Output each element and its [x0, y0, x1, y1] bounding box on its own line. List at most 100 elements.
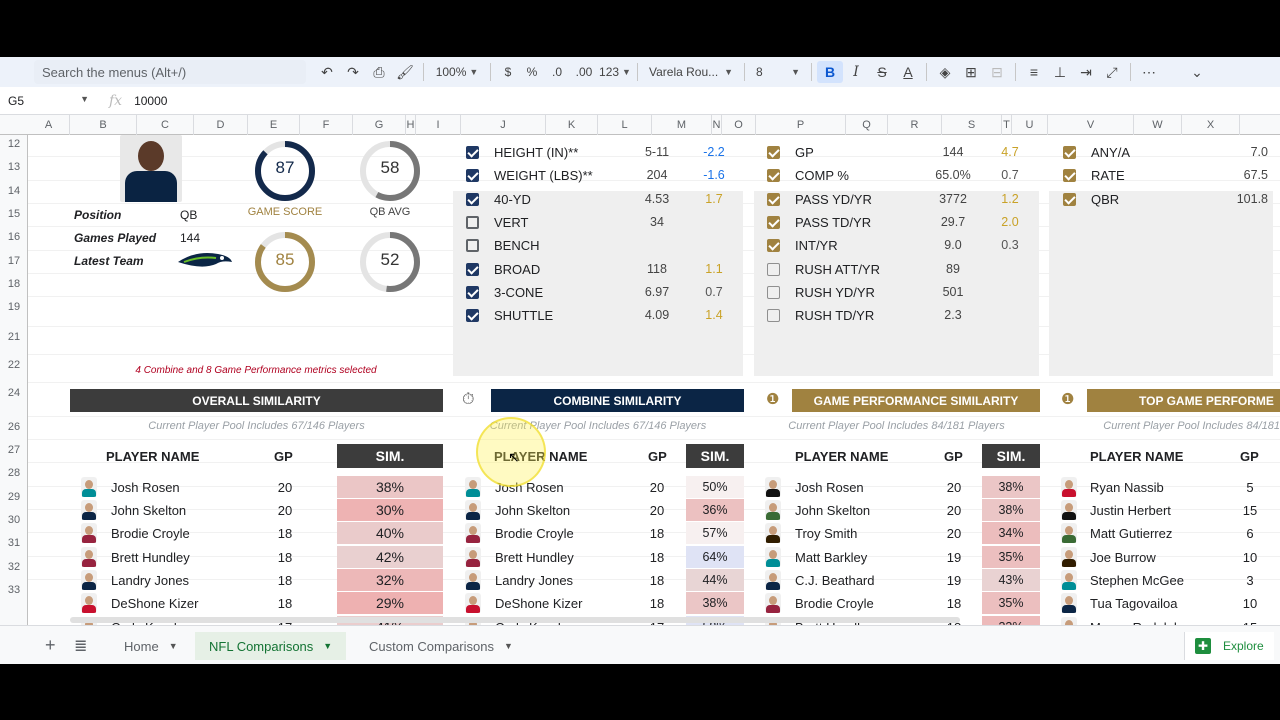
overall-player-name[interactable]: Brodie Croyle: [111, 526, 190, 541]
column-header-v[interactable]: V: [1048, 115, 1134, 135]
more-icon[interactable]: ⋯: [1136, 61, 1162, 83]
column-header-x[interactable]: X: [1182, 115, 1240, 135]
vertical-align-icon[interactable]: ⊥: [1047, 61, 1073, 83]
combine-player-name[interactable]: John Skelton: [495, 503, 570, 518]
row-header-18[interactable]: 18: [0, 278, 27, 290]
gameperf-checkbox[interactable]: [767, 193, 780, 206]
game-player-name[interactable]: John Skelton: [795, 503, 870, 518]
row-header-26[interactable]: 26: [0, 421, 27, 433]
combine-player-name[interactable]: Brett Hundley: [495, 550, 574, 565]
column-header-h[interactable]: H: [406, 115, 416, 135]
add-sheet-icon[interactable]: +: [45, 635, 56, 656]
column-header-m[interactable]: M: [652, 115, 712, 135]
column-header-j[interactable]: J: [461, 115, 546, 135]
row-header-17[interactable]: 17: [0, 255, 27, 267]
row-header-22[interactable]: 22: [0, 359, 27, 371]
combine-checkbox[interactable]: [466, 216, 479, 229]
combine-checkbox[interactable]: [466, 309, 479, 322]
formula-input[interactable]: 10000: [134, 94, 167, 108]
combine-checkbox[interactable]: [466, 239, 479, 252]
font-size-select[interactable]: 8 ▼: [750, 61, 806, 83]
gameperf-checkbox[interactable]: [767, 146, 780, 159]
redo-icon[interactable]: ↷: [340, 61, 366, 83]
fill-color-icon[interactable]: ◈: [932, 61, 958, 83]
column-header-c[interactable]: C: [137, 115, 194, 135]
align-left-icon[interactable]: ≡: [1021, 61, 1047, 83]
row-header-21[interactable]: 21: [0, 331, 27, 343]
strikethrough-icon[interactable]: S: [869, 61, 895, 83]
gameperf-checkbox[interactable]: [767, 216, 780, 229]
column-header-b[interactable]: B: [70, 115, 137, 135]
column-header-p[interactable]: P: [756, 115, 846, 135]
undo-icon[interactable]: ↶: [314, 61, 340, 83]
column-header-a[interactable]: A: [28, 115, 70, 135]
column-header-u[interactable]: U: [1012, 115, 1048, 135]
text-rotation-icon[interactable]: ⤢: [1099, 61, 1125, 83]
combine-checkbox[interactable]: [466, 146, 479, 159]
column-header-l[interactable]: L: [598, 115, 652, 135]
row-header-15[interactable]: 15: [0, 208, 27, 220]
row-header-29[interactable]: 29: [0, 491, 27, 503]
row-header-24[interactable]: 24: [0, 387, 27, 399]
row-header-31[interactable]: 31: [0, 537, 27, 549]
combine-checkbox[interactable]: [466, 263, 479, 276]
row-header-12[interactable]: 12: [0, 138, 27, 150]
combine-player-name[interactable]: DeShone Kizer: [495, 596, 582, 611]
column-header-f[interactable]: F: [300, 115, 353, 135]
gameperf-checkbox[interactable]: [767, 169, 780, 182]
extra-checkbox[interactable]: [1063, 169, 1076, 182]
combine-checkbox[interactable]: [466, 286, 479, 299]
zoom-select[interactable]: 100% ▼: [429, 61, 485, 83]
column-header-d[interactable]: D: [194, 115, 248, 135]
overall-player-name[interactable]: Landry Jones: [111, 573, 189, 588]
column-header-o[interactable]: O: [722, 115, 756, 135]
tab-home[interactable]: Home ▼: [110, 632, 192, 660]
text-color-icon[interactable]: A: [895, 61, 921, 83]
top-player-name[interactable]: Stephen McGee: [1090, 573, 1184, 588]
currency-button[interactable]: $: [496, 61, 520, 83]
print-icon[interactable]: ⎙: [366, 61, 392, 83]
gameperf-checkbox[interactable]: [767, 263, 780, 276]
column-header-e[interactable]: E: [248, 115, 300, 135]
game-player-name[interactable]: C.J. Beathard: [795, 573, 875, 588]
menu-search-input[interactable]: Search the menus (Alt+/): [34, 60, 306, 84]
game-player-name[interactable]: Matt Barkley: [795, 550, 867, 565]
game-player-name[interactable]: Troy Smith: [795, 526, 857, 541]
gameperf-checkbox[interactable]: [767, 239, 780, 252]
extra-checkbox[interactable]: [1063, 146, 1076, 159]
combine-checkbox[interactable]: [466, 169, 479, 182]
top-player-name[interactable]: Justin Herbert: [1090, 503, 1171, 518]
collapse-chevron-icon[interactable]: ⌄: [1184, 61, 1210, 83]
tab-custom-comparisons[interactable]: Custom Comparisons ▼: [355, 632, 527, 660]
game-player-name[interactable]: Brodie Croyle: [795, 596, 874, 611]
row-header-28[interactable]: 28: [0, 467, 27, 479]
name-box[interactable]: G5 ▼: [0, 94, 95, 108]
borders-icon[interactable]: ⊞: [958, 61, 984, 83]
column-header-i[interactable]: I: [416, 115, 461, 135]
column-header-n[interactable]: N: [712, 115, 722, 135]
horizontal-scrollbar[interactable]: [70, 617, 960, 623]
overall-player-name[interactable]: Josh Rosen: [111, 480, 180, 495]
column-header-s[interactable]: S: [942, 115, 1002, 135]
percent-button[interactable]: %: [520, 61, 544, 83]
overall-player-name[interactable]: DeShone Kizer: [111, 596, 198, 611]
row-header-13[interactable]: 13: [0, 161, 27, 173]
row-header-30[interactable]: 30: [0, 514, 27, 526]
column-header-q[interactable]: Q: [846, 115, 888, 135]
all-sheets-icon[interactable]: ≣: [74, 636, 87, 656]
top-player-name[interactable]: Joe Burrow: [1090, 550, 1156, 565]
combine-player-name[interactable]: Brodie Croyle: [495, 526, 574, 541]
top-player-name[interactable]: Tua Tagovailoa: [1090, 596, 1177, 611]
row-header-16[interactable]: 16: [0, 231, 27, 243]
merge-cells-icon[interactable]: ⊟: [984, 61, 1010, 83]
more-formats-button[interactable]: 123 ▼: [598, 61, 632, 83]
tab-nfl-comparisons[interactable]: NFL Comparisons ▼: [195, 632, 347, 660]
column-header-r[interactable]: R: [888, 115, 942, 135]
row-header-32[interactable]: 32: [0, 561, 27, 573]
gameperf-checkbox[interactable]: [767, 309, 780, 322]
combine-player-name[interactable]: Landry Jones: [495, 573, 573, 588]
column-header-k[interactable]: K: [546, 115, 598, 135]
column-header-t[interactable]: T: [1002, 115, 1012, 135]
row-header-27[interactable]: 27: [0, 444, 27, 456]
overall-player-name[interactable]: Brett Hundley: [111, 550, 190, 565]
